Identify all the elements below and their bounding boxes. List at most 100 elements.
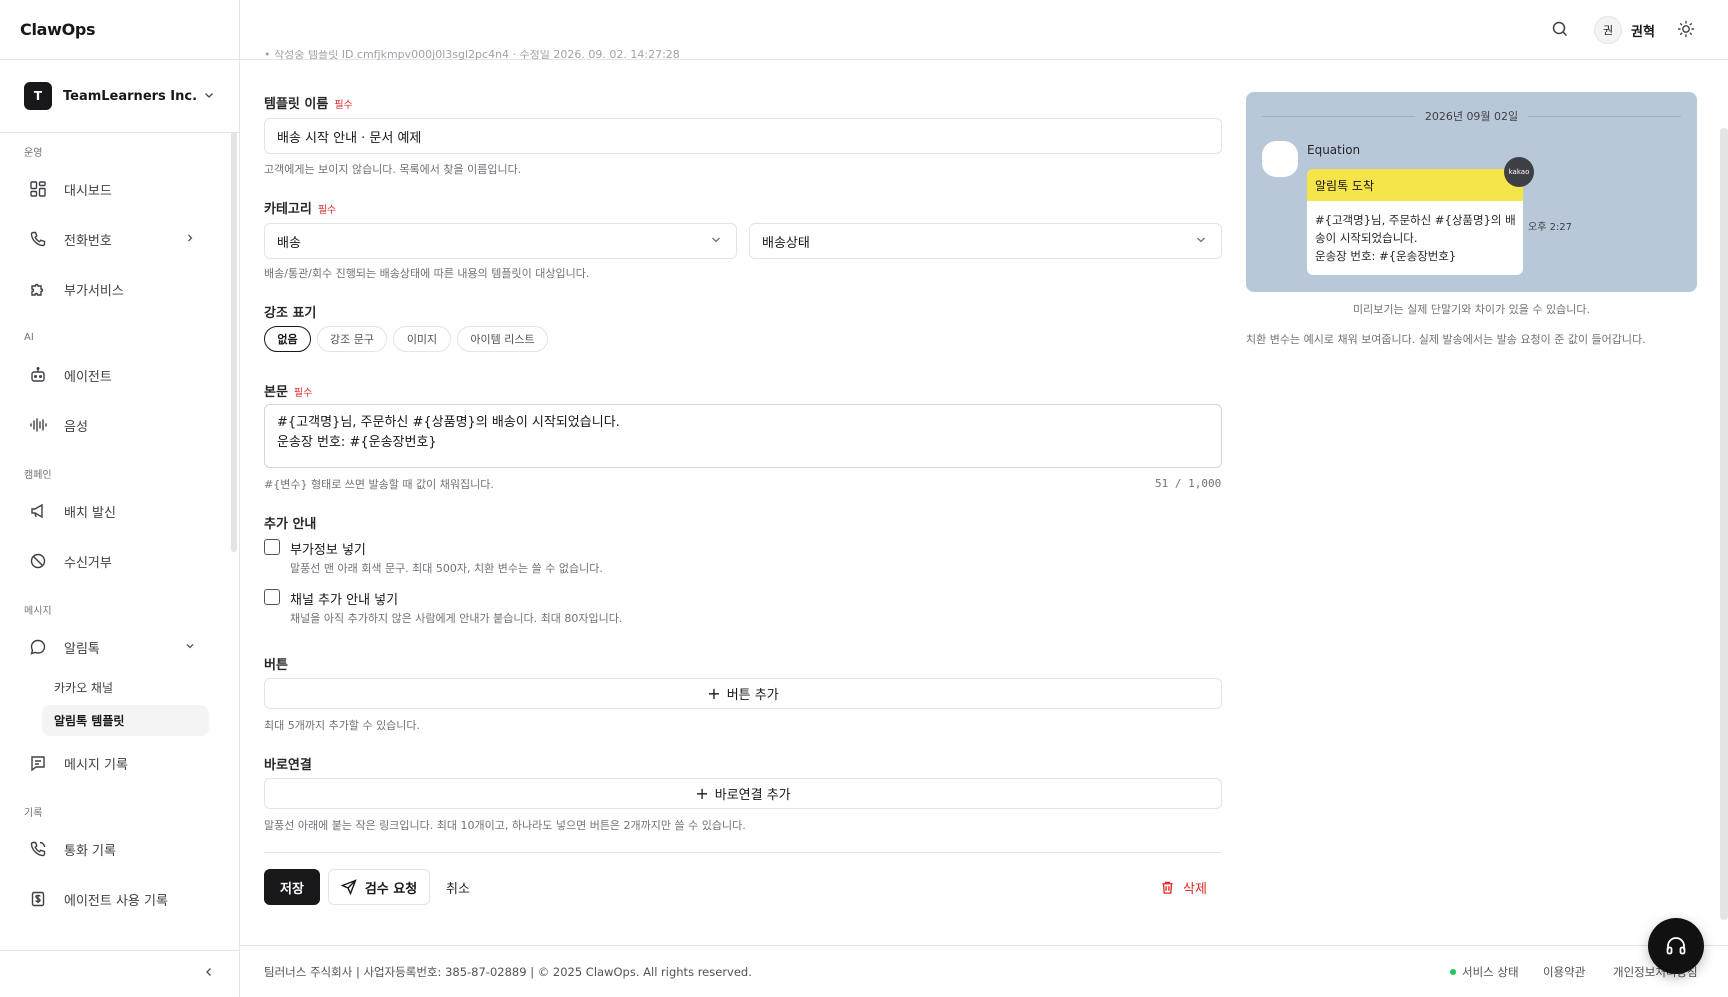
sidebar-subitem-kakao-channel[interactable]: 카카오 채널	[42, 672, 209, 703]
save-button[interactable]: 저장	[264, 869, 320, 905]
sidebar-item-reject[interactable]: 수신거부	[0, 536, 229, 586]
kakao-badge: kakao	[1504, 157, 1534, 187]
category-select[interactable]: 배송	[264, 223, 737, 259]
sidebar-item-phone[interactable]: 전화번호	[0, 214, 229, 264]
emphasis-label: 강조 표기	[264, 306, 317, 321]
sidebar-item-alimtalk[interactable]: 알림톡	[0, 622, 229, 672]
template-name-label: 템플릿 이름 필수	[264, 93, 353, 112]
quicklinks-label: 바로연결	[264, 758, 312, 773]
page-scrollbar[interactable]	[1720, 128, 1728, 920]
section-title-campaign: 캠페인	[24, 469, 52, 481]
chevron-down-icon	[1195, 234, 1207, 249]
sidebar-item-label: 수신거부	[64, 555, 112, 571]
sidebar-item-agent[interactable]: 에이전트	[0, 350, 229, 400]
sidebar-item-label: 에이전트 사용 기록	[64, 893, 168, 909]
emphasis-option-image[interactable]: 이미지	[393, 326, 451, 352]
user-name[interactable]: 권혁	[1631, 21, 1655, 40]
preview-disclaimer: 미리보기는 실제 단말기와 차이가 있을 수 있습니다.	[1353, 303, 1590, 316]
footer-copyright: 팀러너스 주식회사 | 사업자등록번호: 385-87-02889 | © 20…	[264, 965, 752, 979]
template-meta: • 작성중 템플릿 ID cmfjkmpv000j0l3sgl2pc4n4 · …	[264, 50, 680, 60]
phone-call-icon	[28, 839, 48, 859]
sender-avatar	[1262, 141, 1298, 177]
user-avatar[interactable]: 권	[1594, 16, 1622, 44]
template-name-value: 배송 시작 안내 · 문서 예제	[277, 130, 422, 146]
phone-icon	[28, 229, 48, 249]
actions-divider	[264, 852, 1222, 853]
label-text: 본문	[264, 385, 288, 400]
headset-icon	[1666, 937, 1686, 955]
sun-icon[interactable]	[1677, 20, 1695, 42]
org-name: TeamLearners Inc.	[63, 88, 198, 104]
category-help: 배송/통관/회수 진행되는 배송상태에 따른 내용의 템플릿이 대상입니다.	[264, 267, 590, 280]
sidebar-subitem-alimtalk-template[interactable]: 알림톡 템플릿	[42, 705, 209, 736]
channel-add-checkbox[interactable]	[264, 589, 280, 605]
message-bubble: 알림톡 도착 #{고객명}님, 주문하신 #{상품명}의 배 송이 시작되었습니…	[1307, 169, 1523, 275]
sidebar-item-label: 통화 기록	[64, 843, 116, 859]
body-textarea[interactable]: #{고객명}님, 주문하신 #{상품명}의 배송이 시작되었습니다. 운송장 번…	[264, 404, 1222, 468]
section-title-ops: 운영	[24, 147, 43, 159]
sidebar-item-dashboard[interactable]: 대시보드	[0, 164, 229, 214]
extra-info-checkbox-label[interactable]: 부가정보 넣기	[290, 539, 366, 558]
receipt-icon	[28, 889, 48, 909]
trash-icon	[1162, 881, 1173, 894]
sidebar-item-voice[interactable]: 음성	[0, 400, 229, 450]
sidebar-item-label: 대시보드	[64, 183, 112, 199]
message-time: 오후 2:27	[1528, 222, 1573, 233]
quicklinks-help: 말풍선 아래에 붙는 작은 링크입니다. 최대 10개이고, 하나라도 넣으면 …	[264, 819, 746, 832]
template-name-help: 고객에게는 보이지 않습니다. 목록에서 찾을 이름입니다.	[264, 163, 522, 176]
collapse-sidebar-icon[interactable]	[203, 966, 215, 982]
add-button-label: 버튼 추가	[726, 688, 779, 703]
terms-link[interactable]: 이용약관	[1543, 964, 1585, 980]
add-button-button[interactable]: + 버튼 추가	[264, 678, 1222, 709]
body-help: #{변수} 형태로 쓰면 발송할 때 값이 채워집니다.	[264, 478, 494, 491]
delete-button[interactable]: 삭제	[1160, 869, 1207, 905]
service-status-label: 서비스 상태	[1462, 965, 1519, 979]
app-logo[interactable]: ClawOps	[0, 0, 239, 60]
review-request-label: 검수 요청	[364, 881, 418, 897]
megaphone-icon	[28, 501, 48, 521]
sidebar-item-agent-usage[interactable]: 에이전트 사용 기록	[0, 874, 229, 924]
required-badge: 필수	[293, 388, 313, 399]
emphasis-option-text[interactable]: 강조 문구	[317, 326, 387, 352]
cancel-button[interactable]: 취소	[446, 869, 470, 905]
template-name-input[interactable]: 배송 시작 안내 · 문서 예제	[264, 118, 1222, 154]
subcategory-select[interactable]: 배송상태	[749, 223, 1222, 259]
sidebar-item-label: 전화번호	[64, 233, 112, 249]
sidebar-nav: 운영 대시보드 전화번호 부가서비스 AI 에이전트 음성 캠페인 배치 발신	[0, 134, 229, 950]
sidebar-scrollbar[interactable]	[231, 132, 237, 552]
category-label: 카테고리 필수	[264, 198, 336, 217]
extra-info-checkbox[interactable]	[264, 539, 280, 555]
plus-icon: +	[707, 684, 721, 703]
sidebar-item-label: 에이전트	[64, 369, 112, 385]
sidebar-item-label: 메시지 기록	[64, 757, 128, 773]
service-status-link[interactable]: 서비스 상태	[1450, 964, 1519, 980]
add-quicklink-label: 바로연결 추가	[714, 788, 791, 803]
review-request-button[interactable]: 검수 요청	[328, 869, 430, 905]
sidebar-item-label: 부가서비스	[64, 283, 124, 299]
org-switcher[interactable]: T TeamLearners Inc.	[0, 60, 239, 133]
emphasis-option-none[interactable]: 없음	[264, 326, 311, 352]
channel-add-checkbox-label[interactable]: 채널 추가 안내 넣기	[290, 589, 398, 608]
sidebar-item-message-log[interactable]: 메시지 기록	[0, 738, 229, 788]
chevron-right-icon	[185, 232, 195, 247]
extra-info-help: 말풍선 맨 아래 회색 문구. 최대 500자, 치환 변수는 쓸 수 없습니다…	[290, 562, 603, 575]
add-quicklink-button[interactable]: + 바로연결 추가	[264, 778, 1222, 809]
plus-icon: +	[695, 784, 709, 803]
sidebar-item-batch[interactable]: 배치 발신	[0, 486, 229, 536]
search-icon[interactable]	[1551, 20, 1569, 42]
chevron-down-icon	[710, 234, 722, 249]
sender-name: Equation	[1307, 143, 1361, 157]
emphasis-option-item-list[interactable]: 아이템 리스트	[457, 326, 548, 352]
message-square-icon	[28, 753, 48, 773]
sidebar-item-label: 알림톡	[64, 641, 100, 657]
label-text: 템플릿 이름	[264, 97, 329, 112]
required-badge: 필수	[334, 100, 353, 111]
sidebar-item-call-log[interactable]: 통화 기록	[0, 824, 229, 874]
bot-icon	[28, 365, 48, 385]
sidebar-item-addon[interactable]: 부가서비스	[0, 264, 229, 314]
support-chat-button[interactable]	[1648, 918, 1704, 974]
buttons-help: 최대 5개까지 추가할 수 있습니다.	[264, 719, 421, 732]
section-title-ai: AI	[24, 331, 34, 343]
sidebar-item-label: 음성	[64, 419, 88, 435]
template-meta-text: • 작성중 템플릿 ID cmfjkmpv000j0l3sgl2pc4n4 · …	[264, 50, 680, 60]
